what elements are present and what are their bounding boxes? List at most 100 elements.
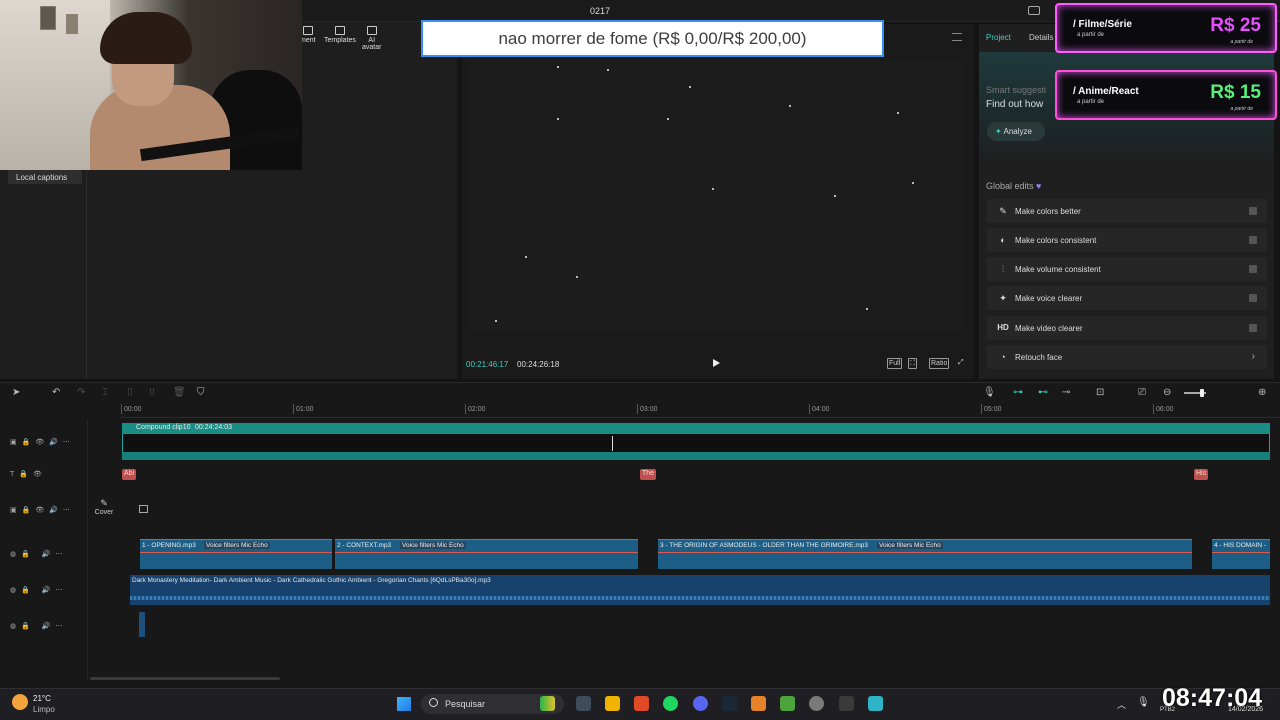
tab-details[interactable]: Details [1029, 33, 1053, 42]
zoom-in-icon[interactable]: ⊕ [1258, 387, 1266, 398]
spotify-icon[interactable] [663, 696, 678, 711]
tab-templates[interactable]: Templates [324, 26, 356, 44]
discord-icon[interactable] [693, 696, 708, 711]
preview-star [912, 182, 914, 184]
tab-ai-avatar[interactable]: AI avatar [362, 26, 381, 51]
window-title: 0217 [590, 6, 611, 16]
audio-clip-name: 4 - HIS DOMAIN - [1214, 542, 1267, 549]
ge-label: Make colors consistent [1015, 236, 1097, 245]
playhead[interactable] [612, 436, 613, 451]
weather-icon[interactable] [12, 694, 28, 710]
undo-icon[interactable]: ↶ [52, 387, 60, 398]
audio-track-1-controls[interactable]: ◍🔒 🔊⋯ [10, 550, 67, 558]
donation-goal-banner: nao morrer de fome (R$ 0,00/R$ 200,00) [421, 20, 884, 57]
preview-star [834, 195, 836, 197]
crop-icon[interactable]: ⛶ [908, 358, 917, 369]
audio-track-2-controls[interactable]: ◍🔒 🔊⋯ [10, 586, 67, 594]
text-track-controls[interactable]: T🔒👁 [10, 470, 47, 478]
fullscreen-icon[interactable]: ⤢ [957, 358, 965, 367]
audio-waveform [1212, 552, 1270, 553]
compound-clip-duration: 00:24:24:03 [195, 424, 232, 431]
caption-clip[interactable]: The [640, 469, 657, 480]
app-icon[interactable] [780, 696, 795, 711]
local-captions-tab[interactable]: Local captions [8, 170, 82, 184]
make-colors-consistent-row[interactable]: ◐ Make colors consistent [987, 228, 1267, 252]
task-view-icon[interactable] [576, 696, 591, 711]
audio-clip[interactable]: 1 - OPENING.mp3 Voice filters Mic Echo [140, 539, 332, 569]
toggle-checkbox[interactable] [1249, 265, 1257, 273]
global-edits-title: Global edits ♥ [986, 181, 1041, 191]
split-icon[interactable]: ⌶ [102, 387, 108, 398]
ratio-button[interactable]: Ratio [929, 358, 950, 369]
compound-clip-name: Compound clip10 [136, 424, 191, 431]
make-volume-consistent-row[interactable]: ⫶ Make volume consistent [987, 257, 1267, 281]
capcut-icon[interactable] [839, 696, 854, 711]
price-card-anime: / Anime/React a partir de R$ 15 a partir… [1055, 70, 1277, 120]
split-left-icon[interactable]: ⌷ [127, 387, 133, 398]
preview-axis-icon[interactable]: ⊸ [1062, 387, 1070, 398]
notepad-icon[interactable] [868, 696, 883, 711]
cover-button[interactable]: ✎ Cover [92, 498, 116, 522]
magnet-icon[interactable]: ⊶ [1013, 387, 1023, 398]
toggle-checkbox[interactable] [1249, 236, 1257, 244]
audio-waveform [335, 552, 638, 553]
tab-elements[interactable]: ment [300, 26, 316, 44]
microphone-tray-icon[interactable]: 🎙 [1137, 697, 1150, 708]
chevron-up-icon[interactable]: ︿ [1117, 698, 1126, 711]
play-icon[interactable] [713, 359, 720, 367]
video-track-controls[interactable]: ▣🔒👁🔊⋯ [10, 438, 75, 446]
retouch-face-row[interactable]: ◔ Retouch face › [987, 345, 1267, 369]
caption-clip[interactable]: Abi [122, 469, 137, 480]
file-explorer-icon[interactable] [605, 696, 620, 711]
snap-icon[interactable]: ⊡ [1096, 387, 1104, 398]
full-button[interactable]: Full [887, 358, 903, 369]
compound-clip-footer [122, 452, 1270, 460]
redo-icon[interactable]: ↷ [77, 387, 85, 398]
timeline-scrollbar[interactable] [90, 677, 280, 680]
make-voice-clearer-row[interactable]: ✦ Make voice clearer [987, 286, 1267, 310]
link-icon[interactable]: ⊷ [1038, 387, 1048, 398]
weather-description[interactable]: Limpo [33, 705, 55, 714]
windows-start-icon[interactable] [397, 697, 411, 711]
ge-label: Retouch face [1015, 353, 1063, 362]
shield-icon[interactable]: ⛉ [197, 387, 205, 398]
make-video-clearer-row[interactable]: HD Make video clearer [987, 316, 1267, 340]
tab-project[interactable]: Project [986, 33, 1011, 42]
delete-icon[interactable]: 🗑 [173, 387, 186, 398]
select-tool-icon[interactable]: ➤ [12, 387, 20, 398]
price-card-subtitle: a partir de [1077, 32, 1105, 38]
split-right-icon[interactable]: ⌷ [149, 387, 155, 398]
ge-label: Make volume consistent [1015, 265, 1101, 274]
toggle-checkbox[interactable] [1249, 294, 1257, 302]
audio-snippet[interactable] [139, 612, 145, 637]
app-icon[interactable] [751, 696, 766, 711]
toggle-checkbox[interactable] [1249, 207, 1257, 215]
layout-icon[interactable] [1028, 6, 1040, 15]
zoom-slider-handle[interactable] [1200, 389, 1204, 397]
audio-clip-fx: Voice filters Mic Echo [877, 542, 943, 549]
audio-clip[interactable]: 4 - HIS DOMAIN - [1212, 539, 1270, 569]
toggle-checkbox[interactable] [1249, 324, 1257, 332]
price-card-price-sub: a partir de [1230, 106, 1253, 112]
obs-icon[interactable] [809, 696, 824, 711]
time-ruler[interactable] [120, 404, 1280, 418]
make-colors-better-row[interactable]: ✎ Make colors better [987, 199, 1267, 223]
video-preview[interactable] [469, 60, 966, 331]
stream-clock: 08:47:04 [1162, 684, 1263, 712]
price-card-title: / Anime/React [1073, 86, 1139, 97]
steam-icon[interactable] [722, 696, 737, 711]
microphone-icon[interactable]: 🎙 [983, 387, 996, 398]
analyze-button[interactable]: ✦ Analyze [987, 122, 1045, 141]
fit-icon[interactable]: ⎚ [1138, 387, 1146, 398]
menu-icon[interactable] [952, 33, 962, 41]
weather-temperature[interactable]: 21°C [33, 694, 51, 703]
caption-clip[interactable]: His [1194, 469, 1209, 480]
brave-browser-icon[interactable] [634, 696, 649, 711]
zoom-out-icon[interactable]: ⊖ [1163, 387, 1171, 398]
audio-clip[interactable]: 3 - THE ORIGIN OF ASMODEUS - OLDER THAN … [658, 539, 1192, 569]
overlay-track-controls[interactable]: ▣🔒👁🔊⋯ [10, 506, 75, 514]
preview-star [689, 86, 691, 88]
mask-app-icon[interactable] [540, 696, 555, 711]
audio-track-3-controls[interactable]: ◍🔒 🔊⋯ [10, 622, 67, 630]
audio-clip[interactable]: 2 - CONTEXT.mp3 Voice filters Mic Echo [335, 539, 638, 569]
